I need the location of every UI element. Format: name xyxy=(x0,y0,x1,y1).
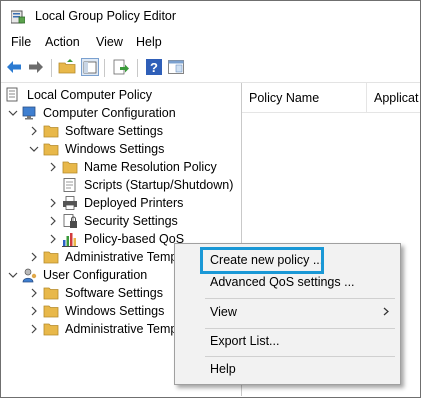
toolbar-separator xyxy=(51,59,52,77)
chevron-down-icon[interactable] xyxy=(29,143,39,155)
computer-icon xyxy=(22,106,36,120)
menu-item-view[interactable]: View xyxy=(176,301,399,323)
tree-label: Windows Settings xyxy=(65,142,165,156)
show-hide-tree-icon[interactable] xyxy=(81,58,99,76)
tree-label: Security Settings xyxy=(84,214,178,228)
folder-icon xyxy=(43,143,59,156)
tree-item-computer-configuration[interactable]: Computer Configuration xyxy=(5,104,235,122)
chevron-down-icon[interactable] xyxy=(8,269,18,281)
chevron-down-icon[interactable] xyxy=(8,107,18,119)
tree-label: Scripts (Startup/Shutdown) xyxy=(84,178,234,192)
back-arrow-icon[interactable] xyxy=(5,58,23,76)
folder-icon xyxy=(43,323,59,336)
tree-item-name-resolution-policy[interactable]: Name Resolution Policy xyxy=(5,158,235,176)
tree-label: Name Resolution Policy xyxy=(84,160,217,174)
menu-file[interactable]: File xyxy=(11,35,31,49)
folder-icon xyxy=(43,287,59,300)
column-header-application[interactable]: Applicat xyxy=(367,83,420,113)
tree-item-local-computer-policy[interactable]: Local Computer Policy xyxy=(5,86,235,104)
folder-icon xyxy=(62,161,78,174)
forward-arrow-icon[interactable] xyxy=(27,58,45,76)
chevron-right-icon[interactable] xyxy=(29,323,39,335)
group-policy-app-icon xyxy=(11,10,25,24)
menu-help[interactable]: Help xyxy=(136,35,162,49)
menu-item-label: View xyxy=(210,305,237,319)
up-folder-icon[interactable] xyxy=(58,58,76,76)
tree-item-cc-windows-settings[interactable]: Windows Settings xyxy=(5,140,235,158)
column-header-label: Policy Name xyxy=(249,91,320,105)
local-policy-icon xyxy=(6,87,18,102)
chevron-right-icon[interactable] xyxy=(48,197,58,209)
tree-label: Deployed Printers xyxy=(84,196,184,210)
menu-item-help[interactable]: Help xyxy=(176,358,399,380)
menu-item-label: Advanced QoS settings ... xyxy=(210,275,355,289)
svg-text:?: ? xyxy=(150,60,158,75)
title-bar: Local Group Policy Editor xyxy=(1,1,420,31)
menu-separator xyxy=(205,298,395,299)
chevron-right-icon[interactable] xyxy=(29,251,39,263)
security-icon xyxy=(63,214,77,228)
tree-item-security-settings[interactable]: Security Settings xyxy=(5,212,235,230)
printer-icon xyxy=(63,196,77,210)
tree-item-cc-software-settings[interactable]: Software Settings xyxy=(5,122,235,140)
menu-item-label: Help xyxy=(210,362,236,376)
submenu-arrow-icon xyxy=(383,307,389,316)
script-icon xyxy=(63,178,76,192)
tree-label: Administrative Temp xyxy=(65,250,178,264)
toolbar-separator xyxy=(137,59,138,77)
menu-separator xyxy=(205,356,395,357)
tree-item-deployed-printers[interactable]: Deployed Printers xyxy=(5,194,235,212)
tree-label: User Configuration xyxy=(43,268,148,282)
column-header-policy-name[interactable]: Policy Name xyxy=(242,83,367,113)
tree-item-scripts[interactable]: Scripts (Startup/Shutdown) xyxy=(5,176,235,194)
menu-item-advanced-qos-settings[interactable]: Advanced QoS settings ... xyxy=(176,271,399,293)
user-icon xyxy=(22,268,37,283)
export-list-icon[interactable] xyxy=(112,58,130,76)
chevron-right-icon[interactable] xyxy=(48,233,58,245)
tree-label: Policy-based QoS xyxy=(84,232,185,246)
menu-item-export-list[interactable]: Export List... xyxy=(176,330,399,352)
qos-chart-icon xyxy=(62,233,78,247)
chevron-right-icon[interactable] xyxy=(48,161,58,173)
chevron-right-icon[interactable] xyxy=(29,125,39,137)
tree-label: Software Settings xyxy=(65,124,163,138)
toolbar-separator xyxy=(104,59,105,77)
tree-label: Local Computer Policy xyxy=(27,88,153,102)
menu-separator xyxy=(205,328,395,329)
menu-view[interactable]: View xyxy=(96,35,123,49)
tree-label: Windows Settings xyxy=(65,304,165,318)
window-title: Local Group Policy Editor xyxy=(35,9,177,23)
folder-icon xyxy=(43,125,59,138)
chevron-right-icon[interactable] xyxy=(29,287,39,299)
tree-label: Software Settings xyxy=(65,286,163,300)
properties-pane-icon[interactable] xyxy=(167,58,185,76)
folder-icon xyxy=(43,305,59,318)
menu-item-label: Export List... xyxy=(210,334,280,348)
help-icon[interactable]: ? xyxy=(145,58,163,76)
toolbar: ? xyxy=(1,55,420,83)
chevron-right-icon[interactable] xyxy=(29,305,39,317)
tree-label: Computer Configuration xyxy=(43,106,176,120)
folder-icon xyxy=(43,251,59,264)
menu-action[interactable]: Action xyxy=(45,35,80,49)
highlight-box xyxy=(200,247,324,274)
column-header-label: Applicat xyxy=(374,91,419,105)
tree-label: Administrative Temp xyxy=(65,322,178,336)
chevron-right-icon[interactable] xyxy=(48,215,58,227)
